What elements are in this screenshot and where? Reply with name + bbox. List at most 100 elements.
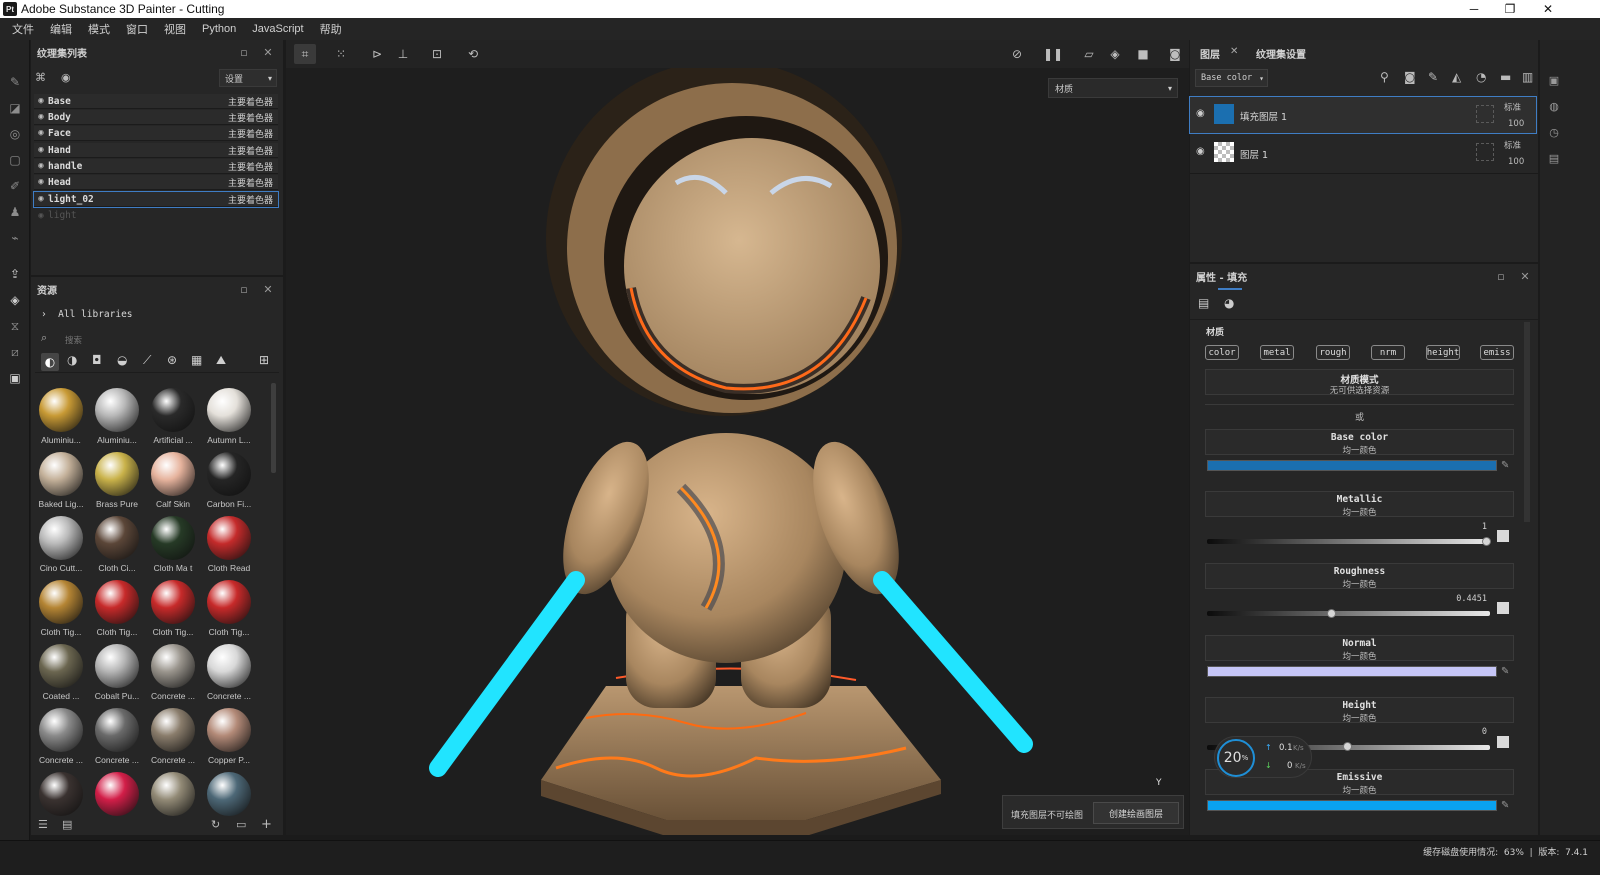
fit-view-icon[interactable]: ⊡ [426,44,448,64]
close-panel-icon[interactable]: ✕ [261,45,275,59]
height-box[interactable]: Height 均一颜色 [1205,697,1514,724]
eyedropper-icon[interactable]: ✎ [1501,666,1513,678]
search-input[interactable]: ⌕ 搜索 [39,330,277,348]
asset-tile[interactable]: Aluminiu... [91,386,143,448]
visibility-eye-icon[interactable]: ◉ [34,112,48,122]
create-paint-layer-button[interactable]: 创建绘画图层 [1093,802,1179,824]
projection-icon[interactable]: ◎ [7,126,23,142]
library-selector[interactable]: › All libraries [41,309,133,320]
base-color-box[interactable]: Base color 均一颜色 [1205,429,1514,456]
assets-scrollbar[interactable] [271,383,276,473]
menu-javascript[interactable]: JavaScript [244,23,311,35]
eyedropper-icon[interactable]: ✎ [1501,460,1513,472]
particle-filter-icon[interactable]: ⊛ [167,353,177,367]
tab-layers[interactable]: 图层 [1200,46,1220,62]
asset-tile[interactable]: Aluminiu... [35,386,87,448]
export-icon[interactable]: ⇪ [7,266,23,282]
roughness-slider-knob[interactable] [1327,609,1336,618]
fill-settings-tab-icon[interactable]: ▤ [1198,296,1209,310]
selection-mode-icon[interactable]: ⌗ [294,44,316,64]
texture-slot-icon[interactable] [1497,602,1509,614]
normal-box[interactable]: Normal 均一颜色 [1205,635,1514,662]
asset-tile[interactable]: Concrete ... [147,706,199,768]
texture-set-row[interactable]: ◉ Face 主要着色器 [34,126,278,141]
grid-view-icon[interactable]: ⊞ [259,353,269,367]
height-value[interactable]: 0 [1450,727,1487,737]
metallic-value[interactable]: 1 [1450,522,1487,532]
close-window-button[interactable]: ✕ [1530,0,1566,18]
add-icon[interactable]: + [261,817,272,832]
paint-brush-icon[interactable]: ✎ [7,74,23,90]
layer-row-selected[interactable]: ◉ 填充图层 1 标准 100 [1189,96,1537,134]
add-folder-icon[interactable]: ▬ [1500,70,1511,84]
metallic-slider-knob[interactable] [1482,537,1491,546]
material-tab-icon[interactable]: ◕ [1224,296,1234,310]
3d-viewport[interactable]: ⌗ ⁙ ⊳ ⊥ ⊡ ⟲ ⊘ ❚❚ ▱ ◈ ■ ◙ 材质 ▾ Y 填充图层不可绘图… [286,40,1189,835]
channel-height-button[interactable]: height [1426,345,1460,360]
asset-tile[interactable]: Cobalt Pu... [91,642,143,704]
visibility-eye-icon[interactable]: ◉ [34,96,48,106]
texture-set-row[interactable]: ◉ Hand 主要着色器 [34,143,278,158]
asset-tile[interactable] [35,770,87,832]
layer-opacity[interactable]: 100 [1508,119,1524,129]
layer-blend-mode[interactable]: 标准 [1504,101,1521,113]
link-icon[interactable]: ⌘ [35,71,46,84]
base-color-swatch[interactable] [1207,460,1497,471]
asset-tile[interactable]: Artificial ... [147,386,199,448]
asset-tile[interactable]: Calf Skin [147,450,199,512]
close-panel-icon[interactable]: ✕ [261,282,275,296]
metallic-box[interactable]: Metallic 均一颜色 [1205,491,1514,518]
asset-tile[interactable]: Cloth Tig... [147,578,199,640]
symmetry-icon[interactable]: ⊳ [366,44,388,64]
asset-tile[interactable]: Concrete ... [35,706,87,768]
texture-slot-icon[interactable] [1497,530,1509,542]
roughness-box[interactable]: Roughness 均一颜色 [1205,563,1514,590]
hide-ui-icon[interactable]: ⊘ [1006,44,1028,64]
eyedropper-icon[interactable]: ✎ [1501,800,1513,812]
visibility-eye-icon[interactable]: ◉ [34,161,48,171]
network-speed-widget[interactable]: 20% ↑ 0.1 K/s ↓ 0 K/s [1214,736,1312,778]
texture-set-row-disabled[interactable]: ◉ light [34,208,278,223]
eraser-icon[interactable]: ◪ [7,100,23,116]
asset-tile[interactable]: Cloth Ma t [147,514,199,576]
tab-texture-set-settings[interactable]: 纹理集设置 [1256,46,1306,62]
visibility-eye-icon[interactable]: ◉ [34,145,48,155]
menu-python[interactable]: Python [194,23,244,35]
float-panel-icon[interactable]: ▫ [237,45,251,59]
metallic-slider[interactable] [1207,539,1490,544]
history-icon[interactable]: ◷ [1546,124,1562,140]
delete-layer-icon[interactable]: ▥ [1522,70,1533,84]
smudge-icon[interactable]: ✐ [7,178,23,194]
float-panel-icon[interactable]: ▫ [1494,269,1508,283]
asset-tile[interactable] [147,770,199,832]
mirror-icon[interactable]: ⊥ [392,44,414,64]
height-slider-knob[interactable] [1343,742,1352,751]
visibility-eye-icon[interactable]: ◉ [34,128,48,138]
add-smart-material-icon[interactable]: ◔ [1476,70,1486,84]
texture-set-row[interactable]: ◉ Body 主要着色器 [34,110,278,125]
visibility-eye-icon[interactable]: ◉ [1196,108,1205,119]
eye-icon[interactable]: ◉ [61,71,71,84]
properties-scrollbar[interactable] [1524,322,1530,522]
mask-filter-icon[interactable]: ◘ [92,353,102,367]
add-effect-icon[interactable]: ⚲ [1380,70,1389,84]
texture-set-row[interactable]: ◉ Base 主要着色器 [34,94,278,109]
reset-view-icon[interactable]: ⟲ [462,44,484,64]
asset-tile[interactable]: Concrete ... [203,642,255,704]
visibility-eye-icon[interactable]: ◉ [34,211,48,221]
pause-icon[interactable]: ❚❚ [1042,44,1064,64]
brush-filter-icon[interactable]: ⟋ [143,353,151,368]
normal-color-swatch[interactable] [1207,666,1497,677]
geometry-mask-icon[interactable]: ▢ [7,152,23,168]
visibility-eye-icon[interactable]: ◉ [34,194,48,204]
material-filter-icon[interactable]: ◐ [41,353,59,371]
menu-view[interactable]: 视图 [156,21,194,37]
generator-filter-icon[interactable]: ◒ [117,353,127,367]
bake-icon[interactable]: ⧖ [7,318,23,334]
asset-tile[interactable]: Autumn L... [203,386,255,448]
menu-file[interactable]: 文件 [4,21,42,37]
shader-icon[interactable]: ◍ [1546,98,1562,114]
float-panel-icon[interactable]: ▫ [237,282,251,296]
2d-view-icon[interactable]: ▱ [1078,44,1100,64]
asset-tile[interactable]: Baked Lig... [35,450,87,512]
